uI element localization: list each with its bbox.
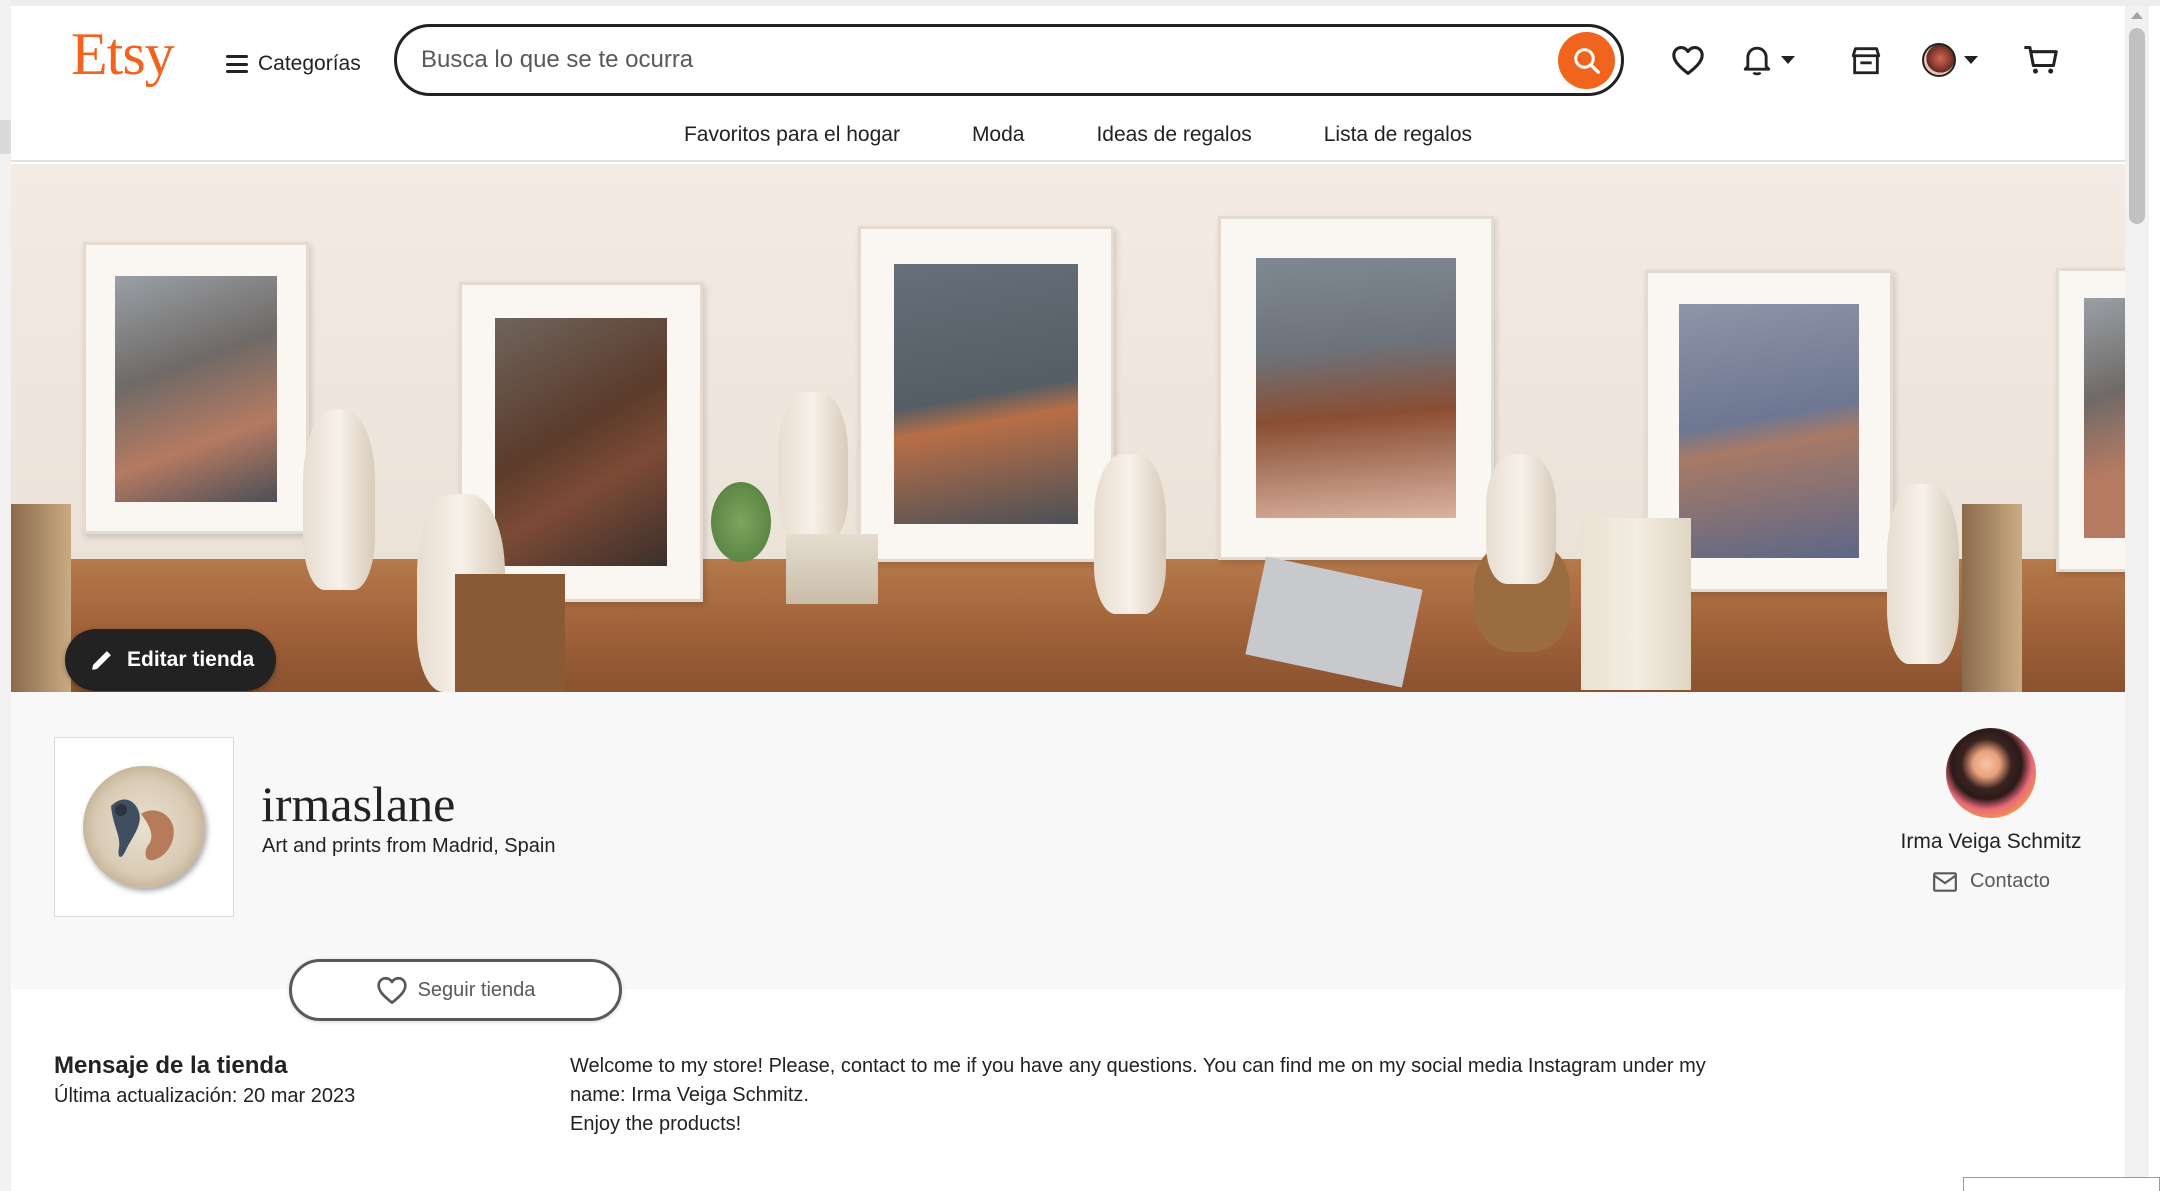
hamburger-menu-icon (226, 55, 248, 73)
cart-icon (2024, 46, 2058, 74)
corner-popup-edge (1963, 1177, 2160, 1191)
heart-icon (1672, 45, 1704, 76)
main-nav: Favoritos para el hogar Moda Ideas de re… (11, 112, 2125, 158)
follow-shop-button[interactable]: Seguir tienda (289, 959, 622, 1021)
announcement-line: Enjoy the products! (570, 1113, 742, 1135)
side-tab-stub (0, 120, 11, 154)
nav-item-gift-ideas[interactable]: Ideas de regalos (1096, 112, 1251, 158)
page-scrollbar[interactable] (2125, 6, 2149, 1191)
announcement-line: Welcome to my store! Please, contact to … (570, 1055, 1706, 1077)
banner-photo (1174, 164, 1571, 692)
bell-icon (1743, 46, 1771, 76)
chevron-down-icon (1964, 56, 1978, 64)
announcement-updated: Última actualización: 20 mar 2023 (54, 1085, 356, 1107)
categories-label: Categorías (258, 52, 361, 75)
follow-shop-label: Seguir tienda (417, 978, 536, 1001)
shop-logo-image (83, 766, 205, 888)
user-avatar (1922, 43, 1956, 77)
heart-icon (376, 976, 407, 1005)
edit-store-button[interactable]: Editar tienda (65, 629, 277, 691)
shop-manager-button[interactable] (1849, 38, 1883, 82)
scrollbar-thumb[interactable] (2129, 28, 2145, 224)
contact-label: Contacto (1969, 870, 2051, 892)
owner-name[interactable]: Irma Veiga Schmitz (1871, 830, 2111, 854)
scroll-up-icon[interactable] (2131, 12, 2143, 19)
search-bar (394, 24, 1624, 96)
shop-logo[interactable] (54, 737, 234, 917)
shop-info-section: irmaslane Art and prints from Madrid, Sp… (11, 692, 2125, 989)
banner-photo (778, 164, 1174, 692)
cart-button[interactable] (2023, 38, 2059, 82)
chevron-down-icon (1781, 56, 1795, 64)
site-header: Etsy Categorías Fav (11, 6, 2125, 162)
shop-owner: Irma Veiga Schmitz Contacto (1871, 728, 2111, 898)
mail-icon (1933, 871, 1957, 892)
announcement-body: Welcome to my store! Please, contact to … (570, 1052, 1870, 1139)
favorites-button[interactable] (1671, 38, 1705, 82)
account-menu-button[interactable] (1922, 38, 1978, 82)
nav-item-fashion[interactable]: Moda (972, 112, 1025, 158)
nav-item-home-favorites[interactable]: Favoritos para el hogar (684, 112, 900, 158)
banner-photo (1962, 164, 2125, 692)
search-icon (1573, 47, 1600, 74)
etsy-logo[interactable]: Etsy (71, 20, 175, 89)
edit-store-label: Editar tienda (127, 648, 255, 671)
owner-avatar[interactable] (1946, 728, 2036, 818)
nav-item-gift-registry[interactable]: Lista de regalos (1324, 112, 1472, 158)
shop-name: irmaslane (261, 776, 456, 832)
browser-left-edge (0, 0, 11, 1191)
contact-button[interactable]: Contacto (1932, 870, 2050, 893)
store-icon (1851, 47, 1881, 75)
search-button[interactable] (1558, 32, 1615, 89)
announcement-title: Mensaje de la tienda (54, 1052, 288, 1079)
shop-tagline: Art and prints from Madrid, Spain (262, 835, 556, 857)
banner-photo (1571, 164, 1962, 692)
etsy-shop-page: Etsy Categorías Fav (11, 6, 2125, 1191)
search-input[interactable] (421, 41, 1501, 79)
pencil-icon (92, 651, 111, 670)
shop-banner (11, 164, 2125, 692)
notifications-button[interactable] (1741, 38, 1795, 82)
banner-photo (399, 164, 778, 692)
banner-photo (11, 164, 399, 692)
categories-button[interactable]: Categorías (226, 44, 361, 84)
announcement-line: name: Irma Veiga Schmitz. (570, 1084, 809, 1106)
